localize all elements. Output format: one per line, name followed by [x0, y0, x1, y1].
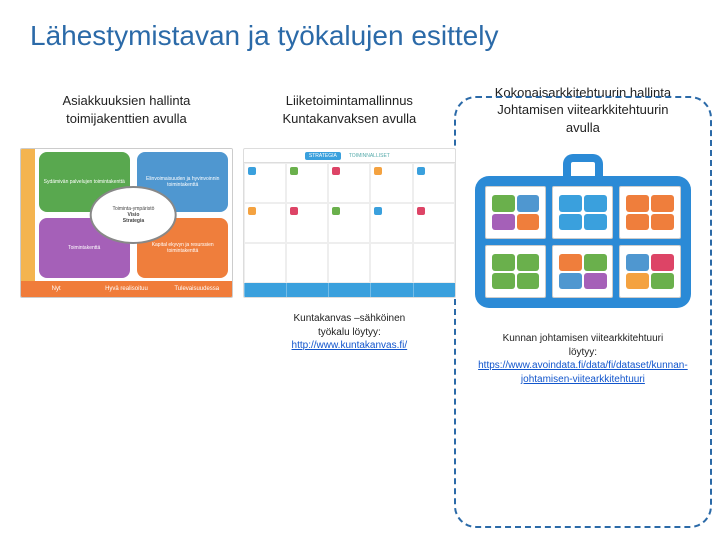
- briefcase-body: [475, 176, 690, 308]
- center-l3: Strategia: [123, 218, 144, 224]
- col1-header-l1: Asiakkuuksien hallinta: [20, 92, 233, 110]
- grid-icon: [374, 207, 382, 215]
- briefcase-card: [485, 245, 546, 298]
- column-1: Asiakkuuksien hallinta toimijakenttien a…: [20, 82, 233, 386]
- grid-icon: [248, 167, 256, 175]
- columns: Asiakkuuksien hallinta toimijakenttien a…: [0, 82, 720, 386]
- tab-strategia: STRATEGIA: [305, 152, 341, 160]
- canvas-grid: [244, 163, 455, 283]
- canvas-thumbnail: STRATEGIA TOIMINNALLISET: [243, 148, 456, 298]
- quadrant-thumbnail: Sydämivän palvelujen toimintakenttä Elin…: [20, 148, 233, 298]
- briefcase-card: [619, 186, 680, 239]
- grid-icon: [332, 167, 340, 175]
- col3-foot-l1: Kunnan johtamisen viitearkkitehtuuri: [503, 333, 664, 344]
- grid-icon: [417, 207, 425, 215]
- col2-header-l2: Kuntakanvaksen avulla: [243, 110, 456, 128]
- briefcase-card: [619, 245, 680, 298]
- col3-footer: Kunnan johtamisen viitearkkitehtuuri löy…: [466, 332, 700, 386]
- col1-header: Asiakkuuksien hallinta toimijakenttien a…: [20, 82, 233, 138]
- briefcase-card: [552, 186, 613, 239]
- tab-toiminnalliset: TOIMINNALLISET: [345, 152, 394, 160]
- bot-right: Tulevaisuudessa: [162, 281, 232, 297]
- canvas-bottom-bar: [244, 283, 455, 297]
- col3-foot-link[interactable]: https://www.avoindata.fi/data/fi/dataset…: [478, 360, 688, 385]
- quadrant-bottom: Nyt Hyvä realisoituu Tulevaisuudessa: [21, 281, 232, 297]
- grid-icon: [374, 167, 382, 175]
- col2-footer: Kuntakanvas –sähköinen työkalu löytyy: h…: [243, 312, 456, 353]
- col2-header-l1: Liiketoimintamallinnus: [243, 92, 456, 110]
- col2-foot-l2: työkalu löytyy:: [318, 327, 381, 338]
- grid-icon: [290, 167, 298, 175]
- bot-mid: Hyvä realisoituu: [91, 281, 161, 297]
- quadrant-main: Sydämivän palvelujen toimintakenttä Elin…: [35, 149, 232, 281]
- grid-icon: [417, 167, 425, 175]
- quad-center: Toiminta-ympäristö Visio Strategia: [90, 186, 177, 244]
- briefcase-thumbnail: [466, 148, 700, 318]
- briefcase-card: [552, 245, 613, 298]
- col2-header: Liiketoimintamallinnus Kuntakanvaksen av…: [243, 82, 456, 138]
- col2-foot-link[interactable]: http://www.kuntakanvas.fi/: [292, 340, 408, 351]
- col3-header-l3: avulla: [466, 119, 700, 137]
- briefcase-card: [485, 186, 546, 239]
- grid-icon: [332, 207, 340, 215]
- col3-header-l1: Kokonaisarkkitehtuurin hallinta: [466, 84, 700, 102]
- col3-header: Kokonaisarkkitehtuurin hallinta Johtamis…: [466, 82, 700, 138]
- canvas-tabs: STRATEGIA TOIMINNALLISET: [244, 149, 455, 163]
- col3-header-l2: Johtamisen viitearkkitehtuurin: [466, 101, 700, 119]
- col3-foot-l2: löytyy:: [569, 347, 597, 358]
- column-3: Kokonaisarkkitehtuurin hallinta Johtamis…: [466, 82, 700, 386]
- grid-icon: [248, 207, 256, 215]
- bot-left: Nyt: [21, 281, 91, 297]
- grid-icon: [290, 207, 298, 215]
- slide-title: Lähestymistavan ja työkalujen esittely: [0, 0, 720, 62]
- briefcase-handle-icon: [563, 154, 603, 176]
- quadrant-side-label: [21, 149, 35, 281]
- col1-header-l2: toimijakenttien avulla: [20, 110, 233, 128]
- col2-foot-l1: Kuntakanvas –sähköinen: [293, 313, 405, 324]
- column-2: Liiketoimintamallinnus Kuntakanvaksen av…: [243, 82, 456, 386]
